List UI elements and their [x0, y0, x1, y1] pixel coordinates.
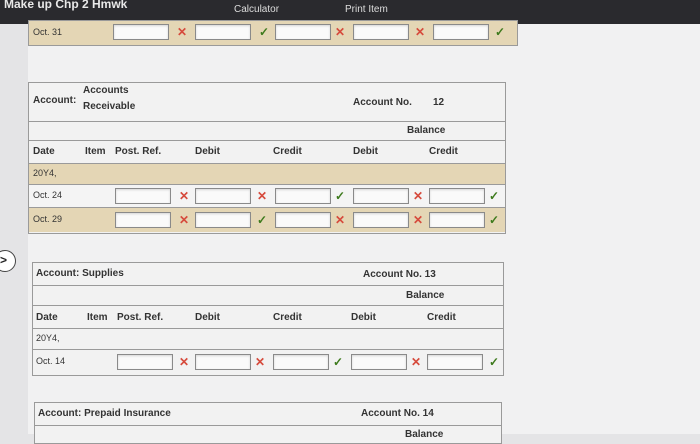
- wrong-icon: ✕: [179, 355, 190, 369]
- balance-debit-input[interactable]: [353, 188, 409, 204]
- year-row: 20Y4,: [29, 164, 505, 185]
- post-ref-input[interactable]: [115, 188, 171, 204]
- check-icon: ✓: [333, 355, 344, 369]
- check-icon: ✓: [489, 213, 500, 227]
- wrong-icon: ✕: [415, 25, 426, 39]
- table-row: Oct. 14 ✕ ✕ ✓ ✕ ✓: [33, 350, 503, 374]
- year-label: 20Y4,: [36, 333, 60, 343]
- balance-heading: Balance: [405, 429, 444, 440]
- debit-input[interactable]: [195, 212, 251, 228]
- post-ref-input[interactable]: [115, 212, 171, 228]
- worksheet: Oct. 31 ✕ ✓ ✕ ✕ ✓ Account: Accounts Rece…: [28, 20, 700, 444]
- check-icon: ✓: [489, 189, 500, 203]
- ledger-header: Account: Accounts Receivable Account No.…: [29, 83, 505, 122]
- credit-input[interactable]: [275, 212, 331, 228]
- wrong-icon: ✕: [179, 213, 190, 227]
- balance-heading: Balance: [406, 290, 445, 301]
- credit-input[interactable]: [275, 188, 331, 204]
- column-post-ref: Post. Ref.: [117, 312, 164, 323]
- debit-input[interactable]: [195, 354, 251, 370]
- check-icon: ✓: [495, 25, 506, 39]
- account-number: 12: [433, 97, 445, 108]
- balance-header-row: Balance: [33, 286, 503, 306]
- check-icon: ✓: [489, 355, 500, 369]
- table-row: Oct. 24 ✕ ✕ ✓ ✕ ✓: [29, 185, 505, 208]
- column-balance-debit: Debit: [351, 312, 376, 323]
- post-ref-input[interactable]: [117, 354, 173, 370]
- column-balance-credit: Credit: [427, 312, 456, 323]
- year-label: 20Y4,: [33, 168, 57, 178]
- account-name: Receivable: [83, 101, 136, 112]
- check-icon: ✓: [257, 213, 268, 227]
- back-arrow-button[interactable]: >: [0, 250, 16, 272]
- account-number: Account No. 14: [361, 408, 434, 419]
- ledger-header: Account: Prepaid Insurance Account No. 1…: [35, 403, 501, 426]
- column-item: Item: [87, 312, 108, 323]
- account-name: Accounts: [83, 85, 129, 96]
- account-label: Account:: [33, 95, 77, 106]
- wrong-icon: ✕: [413, 189, 424, 203]
- row-date: Oct. 24: [33, 190, 63, 200]
- ledger-header: Account: Supplies Account No. 13: [33, 263, 503, 286]
- row-date: Oct. 31: [33, 27, 63, 37]
- ledger-accounts-receivable: Account: Accounts Receivable Account No.…: [28, 82, 506, 234]
- wrong-icon: ✕: [335, 213, 346, 227]
- ledger-supplies: Account: Supplies Account No. 13 Balance…: [32, 262, 504, 376]
- column-balance-credit: Credit: [429, 146, 458, 157]
- table-row: Oct. 29 ✕ ✓ ✕ ✕ ✓: [29, 208, 505, 232]
- balance-debit-input[interactable]: [353, 24, 409, 40]
- post-ref-input[interactable]: [113, 24, 169, 40]
- debit-input[interactable]: [195, 188, 251, 204]
- column-header-row: Date Item Post. Ref. Debit Credit Debit …: [29, 141, 505, 164]
- assignment-title: Make up Chp 2 Hmwk: [4, 0, 128, 11]
- balance-credit-input[interactable]: [427, 354, 483, 370]
- print-item-button[interactable]: Print Item: [345, 4, 388, 15]
- row-date: Oct. 14: [36, 356, 66, 366]
- check-icon: ✓: [259, 25, 270, 39]
- wrong-icon: ✕: [411, 355, 422, 369]
- column-item: Item: [85, 146, 106, 157]
- ledger-prepaid-insurance: Account: Prepaid Insurance Account No. 1…: [34, 402, 502, 444]
- balance-credit-input[interactable]: [429, 188, 485, 204]
- column-date: Date: [36, 312, 58, 323]
- balance-credit-input[interactable]: [433, 24, 489, 40]
- wrong-icon: ✕: [179, 189, 190, 203]
- previous-ledger-row: Oct. 31 ✕ ✓ ✕ ✕ ✓: [28, 20, 518, 46]
- balance-header-row: Balance: [29, 122, 505, 141]
- column-date: Date: [33, 146, 55, 157]
- balance-debit-input[interactable]: [353, 212, 409, 228]
- check-icon: ✓: [335, 189, 346, 203]
- credit-input[interactable]: [275, 24, 331, 40]
- debit-input[interactable]: [195, 24, 251, 40]
- column-credit: Credit: [273, 146, 302, 157]
- calculator-button[interactable]: Calculator: [234, 4, 279, 15]
- account-number-label: Account No.: [353, 97, 412, 108]
- year-row: 20Y4,: [33, 329, 503, 350]
- wrong-icon: ✕: [413, 213, 424, 227]
- column-debit: Debit: [195, 146, 220, 157]
- balance-heading: Balance: [407, 125, 446, 136]
- column-balance-debit: Debit: [353, 146, 378, 157]
- account-title: Account: Supplies: [36, 268, 124, 279]
- account-number: Account No. 13: [363, 269, 436, 280]
- credit-input[interactable]: [273, 354, 329, 370]
- wrong-icon: ✕: [177, 25, 188, 39]
- column-header-row: Date Item Post. Ref. Debit Credit Debit …: [33, 306, 503, 329]
- wrong-icon: ✕: [335, 25, 346, 39]
- table-row: Oct. 31 ✕ ✓ ✕ ✕ ✓: [29, 21, 517, 45]
- wrong-icon: ✕: [255, 355, 266, 369]
- balance-header-row: Balance: [35, 426, 501, 443]
- chevron-right-icon: >: [0, 253, 8, 267]
- row-date: Oct. 29: [33, 214, 63, 224]
- column-debit: Debit: [195, 312, 220, 323]
- account-title: Account: Prepaid Insurance: [38, 408, 171, 419]
- balance-credit-input[interactable]: [429, 212, 485, 228]
- balance-debit-input[interactable]: [351, 354, 407, 370]
- wrong-icon: ✕: [257, 189, 268, 203]
- column-post-ref: Post. Ref.: [115, 146, 162, 157]
- column-credit: Credit: [273, 312, 302, 323]
